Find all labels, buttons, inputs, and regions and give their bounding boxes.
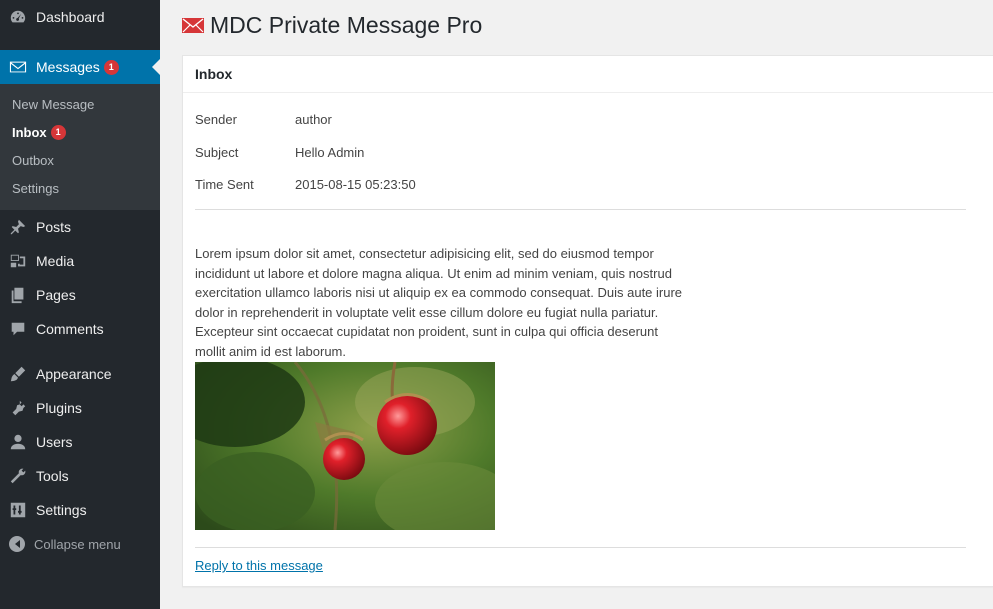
subject-label: Subject (195, 144, 239, 160)
page-title: MDC Private Message Pro (182, 12, 482, 39)
subject-value: Hello Admin (295, 144, 365, 160)
sender-value: author (295, 112, 332, 127)
menu-pages[interactable]: Pages (0, 278, 160, 312)
menu-messages-label: Messages (36, 59, 100, 75)
menu-settings-label: Settings (36, 502, 87, 518)
user-icon (8, 432, 28, 452)
paintbrush-icon (8, 364, 28, 384)
main-content: MDC Private Message Pro Inbox Sender aut… (160, 0, 993, 609)
comment-icon (8, 319, 28, 339)
messages-count-badge: 1 (103, 59, 119, 75)
admin-sidebar: Dashboard Messages 1 New Message Inbox 1… (0, 0, 160, 609)
envelope-icon (182, 18, 204, 33)
menu-pages-label: Pages (36, 287, 76, 303)
menu-settings[interactable]: Settings (0, 493, 160, 527)
media-icon (8, 251, 28, 271)
message-meta: Sender author Subject Hello Admin Time S… (195, 112, 416, 210)
reply-link[interactable]: Reply to this message (195, 558, 323, 573)
menu-comments-label: Comments (36, 321, 104, 337)
menu-posts-label: Posts (36, 219, 72, 235)
menu-users-label: Users (36, 434, 73, 450)
menu-tools-label: Tools (36, 468, 69, 484)
submenu-settings[interactable]: Settings (0, 174, 160, 202)
collapse-menu-button[interactable]: Collapse menu (0, 527, 160, 561)
sender-label: Sender (195, 112, 237, 127)
menu-media[interactable]: Media (0, 244, 160, 278)
page-title-text: MDC Private Message Pro (210, 12, 483, 38)
menu-comments[interactable]: Comments (0, 312, 160, 346)
message-body: Lorem ipsum dolor sit amet, consectetur … (195, 246, 683, 359)
messages-submenu: New Message Inbox 1 Outbox Settings (0, 84, 160, 210)
settings-sliders-icon (8, 500, 28, 520)
menu-media-label: Media (36, 253, 75, 269)
menu-users[interactable]: Users (0, 425, 160, 459)
envelope-icon (8, 57, 28, 77)
menu-appearance-label: Appearance (36, 366, 112, 382)
time-value: 2015-08-15 05:23:50 (295, 177, 416, 192)
submenu-outbox[interactable]: Outbox (0, 146, 160, 174)
menu-plugins-label: Plugins (36, 400, 82, 416)
pushpin-icon (8, 217, 28, 237)
plug-icon (8, 398, 28, 418)
menu-plugins[interactable]: Plugins (0, 391, 160, 425)
submenu-inbox-label: Inbox (12, 124, 47, 140)
menu-posts[interactable]: Posts (0, 210, 160, 244)
wrench-icon (8, 466, 28, 486)
inbox-count-badge: 1 (50, 124, 66, 140)
time-label: Time Sent (195, 177, 254, 192)
menu-dashboard[interactable]: Dashboard (0, 0, 160, 34)
menu-tools[interactable]: Tools (0, 459, 160, 493)
submenu-new-message[interactable]: New Message (0, 90, 160, 118)
message-panel: Inbox Sender author Subject Hello Admin … (182, 55, 993, 587)
menu-dashboard-label: Dashboard (36, 9, 105, 25)
panel-header: Inbox (183, 56, 993, 93)
menu-appearance[interactable]: Appearance (0, 357, 160, 391)
menu-separator (0, 346, 160, 357)
pages-icon (8, 285, 28, 305)
sender-row: Sender author (195, 112, 416, 145)
submenu-inbox[interactable]: Inbox 1 (0, 118, 160, 146)
dashboard-icon (8, 7, 28, 27)
time-row: Time Sent 2015-08-15 05:23:50 (195, 177, 416, 210)
menu-messages[interactable]: Messages 1 (0, 50, 160, 84)
collapse-arrow-icon (9, 536, 25, 552)
meta-divider (195, 209, 966, 210)
footer-divider (195, 547, 966, 548)
collapse-menu-label: Collapse menu (34, 536, 121, 552)
message-image-berries (195, 362, 495, 530)
subject-row: Subject Hello Admin (195, 145, 416, 178)
